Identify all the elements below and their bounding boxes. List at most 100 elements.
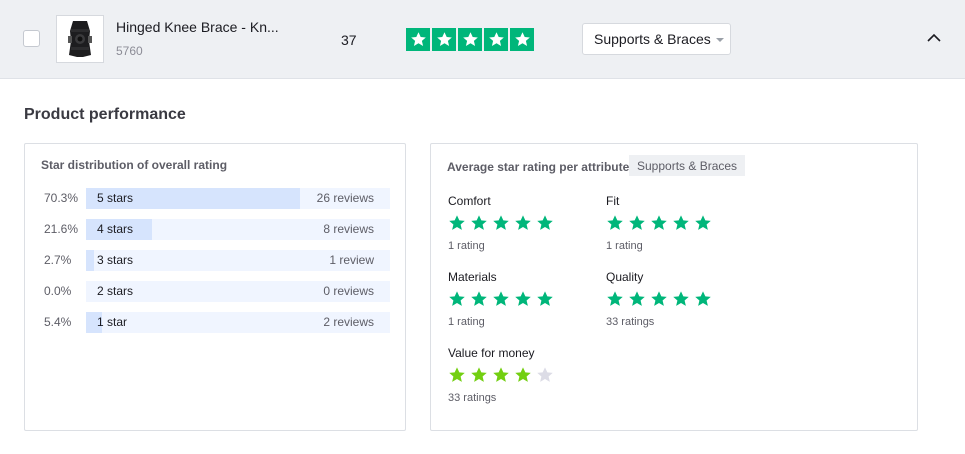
attribute-rating: Fit 1 rating <box>606 194 712 252</box>
knee-brace-image <box>68 21 92 57</box>
overall-star-box <box>484 28 508 51</box>
distribution-review-count: 2 reviews <box>323 315 374 329</box>
distribution-row[interactable]: 70.3% 5 stars 26 reviews <box>25 188 405 209</box>
attribute-rating-count: 1 rating <box>448 240 485 252</box>
star-icon <box>515 291 531 306</box>
distribution-percent: 70.3% <box>44 191 79 205</box>
attribute-name: Materials <box>448 270 497 284</box>
overall-star-box <box>432 28 456 51</box>
star-icon <box>673 215 689 230</box>
star-icon <box>410 32 426 46</box>
star-icon <box>493 367 509 382</box>
star-icon <box>449 291 465 306</box>
distribution-percent: 5.4% <box>44 315 72 329</box>
star-icon <box>514 32 530 46</box>
distribution-percent: 0.0% <box>44 284 72 298</box>
star-icon <box>471 291 487 306</box>
distribution-review-count: 0 reviews <box>323 284 374 298</box>
star-icon <box>537 367 553 382</box>
attribute-rating-count: 33 ratings <box>606 316 655 328</box>
distribution-star-label: 4 stars <box>97 222 134 236</box>
star-icon <box>629 291 645 306</box>
attribute-stars <box>606 290 712 308</box>
star-icon <box>488 32 504 46</box>
distribution-bar-fill <box>86 250 94 271</box>
attribute-rating: Quality 33 ratings <box>606 270 712 328</box>
distribution-row[interactable]: 5.4% 1 star 2 reviews <box>25 312 405 333</box>
star-icon <box>695 291 711 306</box>
attribute-stars <box>448 214 554 232</box>
attribute-rating-count: 33 ratings <box>448 392 497 404</box>
star-icon <box>607 291 623 306</box>
star-icon <box>537 291 553 306</box>
attribute-rating: Materials 1 rating <box>448 270 554 328</box>
attribute-rating-count: 1 rating <box>606 240 643 252</box>
star-distribution-title: Star distribution of overall rating <box>41 158 228 172</box>
overall-star-box <box>458 28 482 51</box>
attribute-stars <box>606 214 712 232</box>
distribution-bar-track: 1 star 2 reviews <box>86 312 390 333</box>
distribution-review-count: 8 reviews <box>323 222 374 236</box>
distribution-review-count: 1 review <box>329 253 374 267</box>
category-tag: Supports & Braces <box>629 155 746 176</box>
attribute-name: Fit <box>606 194 620 208</box>
attribute-name: Quality <box>606 270 644 284</box>
star-icon <box>651 215 667 230</box>
star-icon <box>449 215 465 230</box>
category-dropdown[interactable]: Supports & Braces <box>582 23 731 55</box>
star-icon <box>651 291 667 306</box>
star-icon <box>537 215 553 230</box>
overall-star-rating <box>406 28 534 51</box>
review-count: 37 <box>341 32 357 48</box>
category-dropdown-label: Supports & Braces <box>594 31 711 47</box>
row-checkbox[interactable] <box>23 30 40 47</box>
distribution-row[interactable]: 2.7% 3 stars 1 review <box>25 250 405 271</box>
distribution-percent: 2.7% <box>44 253 72 267</box>
star-icon <box>629 215 645 230</box>
distribution-star-label: 2 stars <box>97 284 134 298</box>
star-icon <box>462 32 478 46</box>
attribute-stars <box>448 290 554 308</box>
star-icon <box>471 367 487 382</box>
section-title: Product performance <box>24 106 186 123</box>
attribute-rating: Value for money 33 ratings <box>448 346 554 404</box>
product-sku: 5760 <box>116 44 143 58</box>
attribute-name: Value for money <box>448 346 535 360</box>
star-icon <box>515 367 531 382</box>
star-icon <box>436 32 452 46</box>
distribution-star-label: 3 stars <box>97 253 134 267</box>
star-icon <box>515 215 531 230</box>
caret-down-icon <box>715 37 724 42</box>
star-distribution-card: Star distribution of overall rating 70.3… <box>24 143 406 431</box>
product-row[interactable]: Hinged Knee Brace - Kn... 5760 37 Suppor… <box>0 0 965 79</box>
star-icon <box>673 291 689 306</box>
product-thumbnail <box>56 15 104 63</box>
star-icon <box>607 215 623 230</box>
distribution-row[interactable]: 0.0% 2 stars 0 reviews <box>25 281 405 302</box>
attribute-rating: Comfort 1 rating <box>448 194 554 252</box>
star-icon <box>493 291 509 306</box>
attribute-rating-title: Average star rating per attribute <box>447 160 630 174</box>
overall-star-box <box>406 28 430 51</box>
distribution-bar-track: 4 stars 8 reviews <box>86 219 390 240</box>
distribution-review-count: 26 reviews <box>316 191 374 205</box>
distribution-percent: 21.6% <box>44 222 79 236</box>
collapse-button[interactable] <box>925 30 943 44</box>
product-name[interactable]: Hinged Knee Brace - Kn... <box>116 19 279 35</box>
distribution-star-label: 5 stars <box>97 191 134 205</box>
attribute-rating-card: Average star rating per attribute Suppor… <box>430 143 918 431</box>
chevron-up-icon <box>927 33 941 42</box>
distribution-bar-track: 3 stars 1 review <box>86 250 390 271</box>
star-icon <box>471 215 487 230</box>
star-icon <box>695 215 711 230</box>
distribution-row[interactable]: 21.6% 4 stars 8 reviews <box>25 219 405 240</box>
distribution-star-label: 1 star <box>97 315 128 329</box>
attribute-name: Comfort <box>448 194 491 208</box>
star-icon <box>493 215 509 230</box>
distribution-bar-track: 5 stars 26 reviews <box>86 188 390 209</box>
attribute-rating-count: 1 rating <box>448 316 485 328</box>
star-icon <box>449 367 465 382</box>
distribution-bar-track: 2 stars 0 reviews <box>86 281 390 302</box>
overall-star-box <box>510 28 534 51</box>
attribute-stars <box>448 366 554 384</box>
